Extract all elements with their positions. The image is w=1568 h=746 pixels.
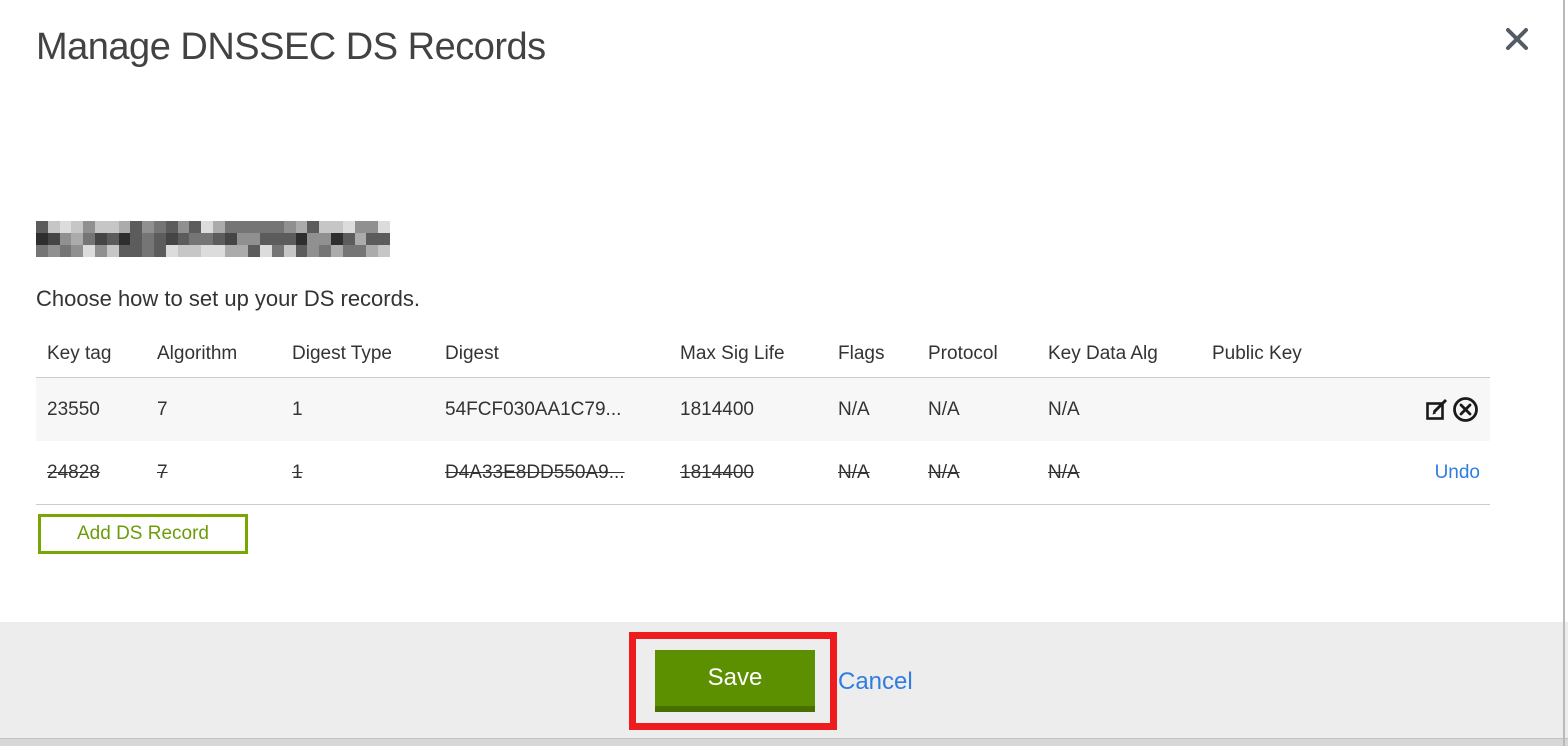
background-page-edge [0, 738, 1568, 746]
cell-flags: N/A [838, 461, 870, 483]
cell-key-tag: 23550 [47, 398, 100, 420]
col-header-key-data-alg: Key Data Alg [1047, 330, 1211, 378]
cell-digest: D4A33E8DD550A9... [445, 461, 625, 483]
cell-key-data-alg: N/A [1048, 398, 1080, 420]
cell-protocol: N/A [928, 461, 960, 483]
cell-flags: N/A [838, 398, 870, 420]
col-header-protocol: Protocol [927, 330, 1047, 378]
table-header-row: Key tag Algorithm Digest Type Digest Max… [36, 330, 1490, 378]
col-header-max-sig-life: Max Sig Life [679, 330, 837, 378]
table-row-deleted: 24828 7 1 D4A33E8DD550A9... 1814400 N/A … [36, 441, 1490, 505]
cell-protocol: N/A [928, 398, 960, 420]
dnssec-modal: Manage DNSSEC DS Records Choose how to s… [0, 0, 1568, 746]
undo-link[interactable]: Undo [1435, 462, 1480, 483]
col-header-digest-type: Digest Type [291, 330, 444, 378]
screenshot-right-border [1563, 0, 1565, 746]
col-header-flags: Flags [837, 330, 927, 378]
add-ds-record-button[interactable]: Add DS Record [38, 514, 248, 554]
cancel-link[interactable]: Cancel [838, 668, 913, 696]
delete-record-icon[interactable] [1451, 395, 1480, 424]
instruction-text: Choose how to set up your DS records. [36, 286, 420, 311]
cell-key-tag: 24828 [47, 461, 100, 483]
cell-digest-type: 1 [292, 461, 303, 483]
page-title: Manage DNSSEC DS Records [36, 26, 546, 68]
redacted-domain-name [36, 221, 390, 257]
col-header-algorithm: Algorithm [156, 330, 291, 378]
col-header-public-key: Public Key [1211, 330, 1409, 378]
col-header-actions [1409, 330, 1490, 378]
cell-digest-type: 1 [292, 398, 303, 420]
cell-max-sig-life: 1814400 [680, 398, 754, 420]
cell-key-data-alg: N/A [1048, 461, 1080, 483]
close-icon[interactable] [1502, 24, 1532, 54]
cell-max-sig-life: 1814400 [680, 461, 754, 483]
cell-algorithm: 7 [157, 398, 168, 420]
edit-record-icon[interactable] [1424, 396, 1451, 423]
table-row-active: 23550 7 1 54FCF030AA1C79... 1814400 N/A … [36, 377, 1490, 441]
col-header-key-tag: Key tag [36, 330, 156, 378]
ds-records-table: Key tag Algorithm Digest Type Digest Max… [36, 330, 1490, 505]
save-button[interactable]: Save [655, 650, 815, 712]
cell-algorithm: 7 [157, 461, 168, 483]
col-header-digest: Digest [444, 330, 679, 378]
cell-digest: 54FCF030AA1C79... [445, 398, 622, 420]
